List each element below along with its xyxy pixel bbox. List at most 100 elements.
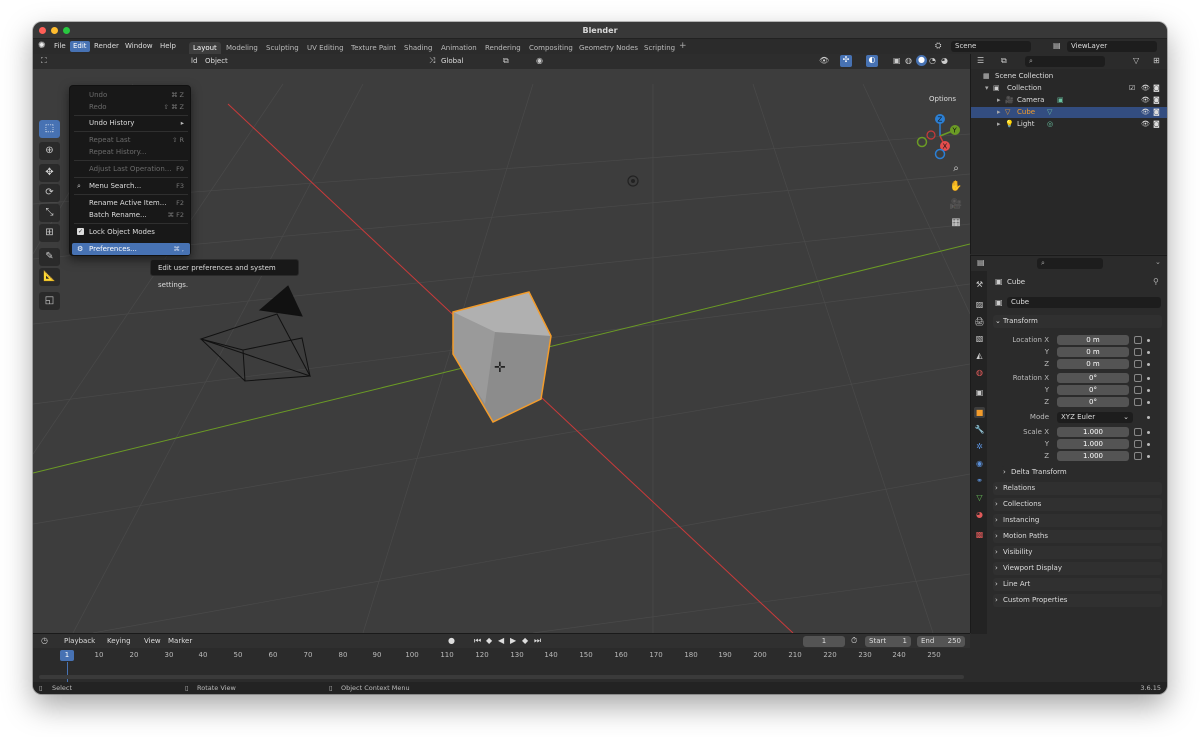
keyframe-dot-icon[interactable] [1147,416,1150,419]
tab-uv-editing[interactable]: UV Editing [303,42,348,54]
world-tab-icon[interactable]: ◍ [974,367,985,378]
keyframe-dot-icon[interactable] [1147,339,1150,342]
menu-menu-search[interactable]: ⌕ Menu Search... F3 [72,180,190,192]
rotate-tool-icon[interactable]: ⟳ [39,184,60,202]
lock-icon[interactable] [1134,360,1142,368]
scene-tab-icon[interactable]: ◭ [974,350,985,361]
properties-editor-icon[interactable]: ▤ [977,258,985,267]
collections-panel-header[interactable]: › Collections [993,498,1162,511]
current-frame-field[interactable]: 1 [803,636,845,647]
lock-icon[interactable] [1134,440,1142,448]
shading-rendered-icon[interactable]: ◕ [941,56,948,65]
outliner-collection[interactable]: ▾ ▣ Collection ☑ 👁 ◙ [971,83,1167,94]
prev-keyframe-icon[interactable]: ◆ [486,636,492,645]
eye-icon[interactable]: 👁 [1141,107,1150,118]
pin-icon[interactable]: ⚲ [1153,277,1159,286]
rotation-z-field[interactable]: 0° [1057,397,1129,407]
cursor-tool-icon[interactable]: ⊕ [39,142,60,160]
3d-viewport[interactable]: ✛ ⛶ ld Object ⤨ Global ⧉ ◉ 👁 ✣ ◐ ▣ ◍ ● ◔… [33,54,970,633]
location-x-field[interactable]: 0 m [1057,335,1129,345]
blender-logo-icon[interactable]: ✺ [38,41,48,51]
select-box-tool-icon[interactable]: ⬚ [39,120,60,138]
lock-icon[interactable] [1134,386,1142,394]
lock-icon[interactable] [1134,336,1142,344]
camera-render-icon[interactable]: ◙ [1153,83,1160,94]
xray-toggle-icon[interactable]: ▣ [893,56,901,65]
menu-edit[interactable]: Edit [70,41,90,52]
annotate-tool-icon[interactable]: ✎ [39,248,60,266]
view-layer-tab-icon[interactable]: ▧ [974,333,985,344]
tab-shading[interactable]: Shading [400,42,436,54]
timeline-editor-icon[interactable]: ◷ [41,636,48,645]
scale-z-field[interactable]: 1.000 [1057,451,1129,461]
new-collection-icon[interactable]: ⊞ [1153,56,1160,65]
orientation-selector[interactable]: Global [441,57,463,65]
menu-preferences[interactable]: ⚙ Preferences... ⌘ , [72,243,190,255]
header-object-menu[interactable]: Object [205,57,228,65]
menu-repeat-last[interactable]: Repeat Last ⇧ R [72,134,190,146]
tab-rendering[interactable]: Rendering [481,42,525,54]
render-tab-icon[interactable]: ▨ [974,299,985,310]
timeline-menu-view[interactable]: View [144,637,161,645]
keyframe-dot-icon[interactable] [1147,351,1150,354]
orientation-icon[interactable]: ⤨ [429,56,435,66]
lock-icon[interactable] [1134,428,1142,436]
menu-rename-active[interactable]: Rename Active Item... F2 [72,197,190,209]
timeline-menu-marker[interactable]: Marker [168,637,192,645]
eye-icon[interactable]: 👁 [1141,119,1150,130]
location-y-field[interactable]: 0 m [1057,347,1129,357]
camera-view-icon[interactable]: 🎥 [948,197,964,212]
proportional-icon[interactable]: ◉ [536,56,543,65]
outliner-item-cube[interactable]: ▸ ▽ Cube ▽ 👁 ◙ [971,107,1167,118]
keyframe-dot-icon[interactable] [1147,377,1150,380]
pan-hand-icon[interactable]: ✋ [948,179,964,194]
particles-tab-icon[interactable]: ✲ [974,441,985,452]
timeline-menu-keying[interactable]: Keying [107,637,131,645]
tab-modeling[interactable]: Modeling [222,42,262,54]
menu-undo[interactable]: Undo ⌘ Z [72,89,190,101]
tab-scripting[interactable]: Scripting [640,42,679,54]
keyframe-dot-icon[interactable] [1147,455,1150,458]
menu-adjust-last[interactable]: Adjust Last Operation... F9 [72,163,190,175]
rotation-y-field[interactable]: 0° [1057,385,1129,395]
menu-undo-history[interactable]: Undo History ▸ [72,117,190,129]
add-workspace-icon[interactable]: + [679,41,687,51]
jump-start-icon[interactable]: ⏮ [474,636,481,646]
gizmo-toggle-icon[interactable]: ✣ [840,55,852,67]
physics-tab-icon[interactable]: ◉ [974,458,985,469]
object-name-field[interactable]: Cube [1007,297,1161,308]
lock-icon[interactable] [1134,348,1142,356]
expand-arrow-icon[interactable]: ▾ [985,83,989,94]
add-cube-tool-icon[interactable]: ◱ [39,292,60,310]
move-tool-icon[interactable]: ✥ [39,164,60,182]
editor-type-icon[interactable]: ⛶ [41,56,47,66]
transform-tool-icon[interactable]: ⊞ [39,224,60,242]
jump-end-icon[interactable]: ⏭ [534,636,541,646]
end-frame-field[interactable]: End 250 [917,636,965,647]
perspective-grid-icon[interactable]: ▦ [948,215,964,230]
tab-animation[interactable]: Animation [437,42,481,54]
camera-render-icon[interactable]: ◙ [1153,95,1160,106]
eye-icon[interactable]: 👁 [1141,83,1150,94]
outliner-item-light[interactable]: ▸ 💡 Light ◎ 👁 ◙ [971,119,1167,130]
options-dropdown[interactable]: Options [929,95,956,103]
properties-search-input[interactable]: ⌕ [1037,258,1103,269]
view-layer-icon[interactable]: ▤ [1053,41,1061,50]
transform-panel-header[interactable]: ⌄ Transform [993,315,1162,328]
custom-properties-panel-header[interactable]: › Custom Properties [993,594,1162,607]
filter-icon[interactable]: ▽ [1133,56,1139,65]
next-keyframe-icon[interactable]: ◆ [522,636,528,645]
constraints-tab-icon[interactable]: ⚭ [974,475,985,486]
visibility-icon[interactable]: 👁 [819,56,829,65]
timeline-ruler[interactable]: 1 10 20 30 40 50 60 70 80 90 100 110 120… [33,650,970,663]
scene-icon[interactable]: ⛭ [935,41,941,51]
line-art-panel-header[interactable]: › Line Art [993,578,1162,591]
record-button-icon[interactable]: ● [448,636,455,645]
checkbox-checked-icon[interactable]: ✓ [77,228,84,235]
navigation-gizmo[interactable]: Z Y X [915,111,965,161]
light-object[interactable] [627,175,639,187]
keyframe-dot-icon[interactable] [1147,363,1150,366]
menu-window[interactable]: Window [122,41,156,52]
data-tab-icon[interactable]: ▽ [974,492,985,503]
scale-tool-icon[interactable]: ⤡ [39,204,60,222]
